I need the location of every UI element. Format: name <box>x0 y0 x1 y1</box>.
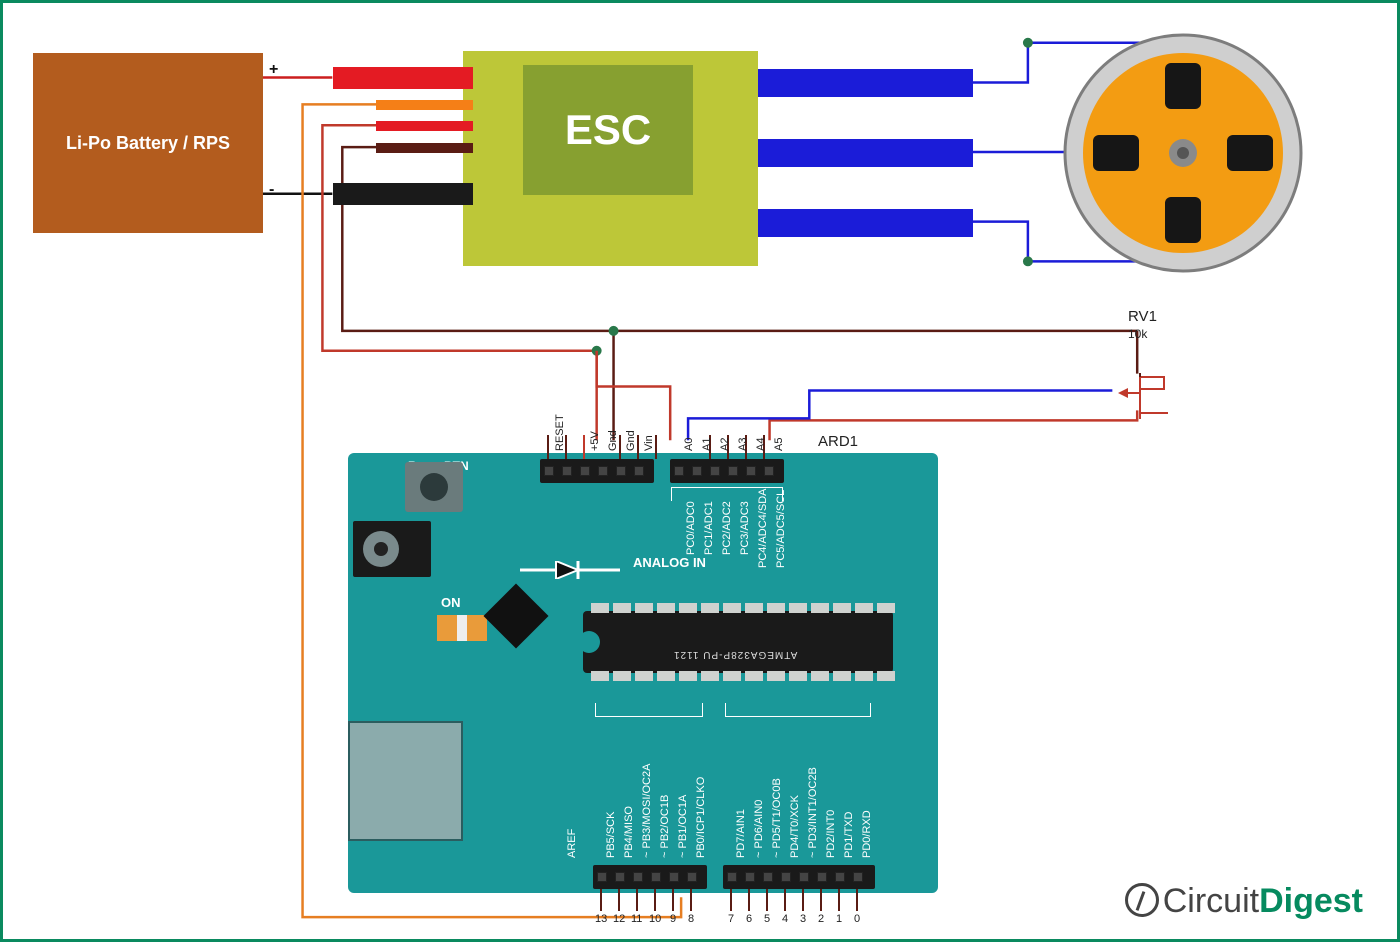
pin-pb2: ~ PB2/OC1B <box>659 795 671 858</box>
logo-b: Digest <box>1259 882 1363 920</box>
power-header <box>540 459 654 483</box>
digital-left-header <box>593 865 707 889</box>
pin-pd7: PD7/AIN1 <box>735 809 747 858</box>
pin-pc1: PC1/ADC1 <box>703 501 715 555</box>
battery-label: Li-Po Battery / RPS <box>66 133 230 154</box>
pin-pc2: PC2/ADC2 <box>721 501 733 555</box>
logo-icon <box>1125 883 1159 917</box>
pin-pd0: PD0/RXD <box>861 810 873 858</box>
d4: 4 <box>782 913 788 925</box>
on-led-label: ON <box>441 595 461 610</box>
esc-power-pos <box>333 67 473 89</box>
analog-header <box>670 459 784 483</box>
chip-label: ATMEGA328P-PU 1121 <box>673 649 797 660</box>
usb-port <box>348 721 463 841</box>
pin-a2: A2 <box>719 438 731 451</box>
esc-bec-5v-lead <box>376 121 473 131</box>
atmega-chip <box>583 611 893 673</box>
pin-pb3: ~ PB3/MOSI/OC2A <box>641 764 653 858</box>
pot-name: RV1 <box>1128 308 1157 325</box>
battery-plus: + <box>269 61 278 79</box>
d5: 5 <box>764 913 770 925</box>
pin-vin: Vin <box>643 435 655 451</box>
battery-block: Li-Po Battery / RPS <box>33 53 263 233</box>
d6: 6 <box>746 913 752 925</box>
pin-pd5: ~ PD5/T1/OC0B <box>771 778 783 858</box>
digital-left-brace <box>595 703 703 717</box>
d7: 7 <box>728 913 734 925</box>
pin-gnd2: Gnd <box>625 430 637 451</box>
logo-a: Circuit <box>1163 882 1259 920</box>
potentiometer <box>1118 373 1168 424</box>
pin-a4: A4 <box>755 438 767 451</box>
esc-signal-lead <box>376 100 473 110</box>
pin-a5: A5 <box>773 438 785 451</box>
diagram-frame: Li-Po Battery / RPS + - ESC RV1 10k <box>0 0 1400 942</box>
analog-in-label: ANALOG IN <box>633 555 706 570</box>
pin-a0: A0 <box>683 438 695 451</box>
pin-gnd1: Gnd <box>607 430 619 451</box>
esc-phase-c <box>758 209 973 237</box>
analog-brace <box>671 487 783 501</box>
bldc-motor <box>1063 33 1303 273</box>
esc-label: ESC <box>565 106 651 154</box>
d1: 1 <box>836 913 842 925</box>
pin-pd1: PD1/TXD <box>843 812 855 858</box>
diode-icon <box>520 561 620 579</box>
d13: 13 <box>595 913 607 925</box>
circuitdigest-logo: CircuitDigest <box>1125 882 1363 921</box>
d11: 11 <box>631 913 642 925</box>
pin-pb4: PB4/MISO <box>623 806 635 858</box>
d8: 8 <box>688 913 694 925</box>
pin-pd4: PD4/T0/XCK <box>789 795 801 858</box>
pin-aref: AREF <box>566 829 578 858</box>
arduino-refdes: ARD1 <box>818 433 858 450</box>
d3: 3 <box>800 913 806 925</box>
pin-pb1: ~ PB1/OC1A <box>677 795 689 858</box>
pin-5v: +5V <box>589 431 601 451</box>
battery-minus: - <box>269 181 274 199</box>
pin-pc3: PC3/ADC3 <box>739 501 751 555</box>
on-led <box>437 615 487 641</box>
esc-bec-gnd-lead <box>376 143 473 153</box>
digital-right-brace <box>725 703 871 717</box>
pot-value: 10k <box>1128 327 1147 341</box>
pin-pb5: PB5/SCK <box>605 812 617 858</box>
d12: 12 <box>613 913 625 925</box>
d10: 10 <box>649 913 661 925</box>
dc-jack <box>353 521 431 577</box>
esc-phase-a <box>758 69 973 97</box>
reset-button[interactable] <box>405 462 463 512</box>
pin-pc0: PC0/ADC0 <box>685 501 697 555</box>
pin-a1: A1 <box>701 438 713 451</box>
d2: 2 <box>818 913 824 925</box>
pin-pd2: PD2/INT0 <box>825 810 837 858</box>
pin-pd6: ~ PD6/AIN0 <box>753 800 765 858</box>
d0: 0 <box>854 913 860 925</box>
pin-reset: RESET <box>554 414 566 451</box>
pin-pc5: PC5/ADC5/SCL <box>775 490 787 568</box>
esc-inner: ESC <box>523 65 693 195</box>
pin-pb0: PB0/ICP1/CLKO <box>695 777 707 858</box>
d9: 9 <box>670 913 676 925</box>
pin-a3: A3 <box>737 438 749 451</box>
esc-phase-b <box>758 139 973 167</box>
digital-right-header <box>723 865 875 889</box>
esc-power-neg <box>333 183 473 205</box>
pin-pd3: ~ PD3/INT1/OC2B <box>807 767 819 858</box>
